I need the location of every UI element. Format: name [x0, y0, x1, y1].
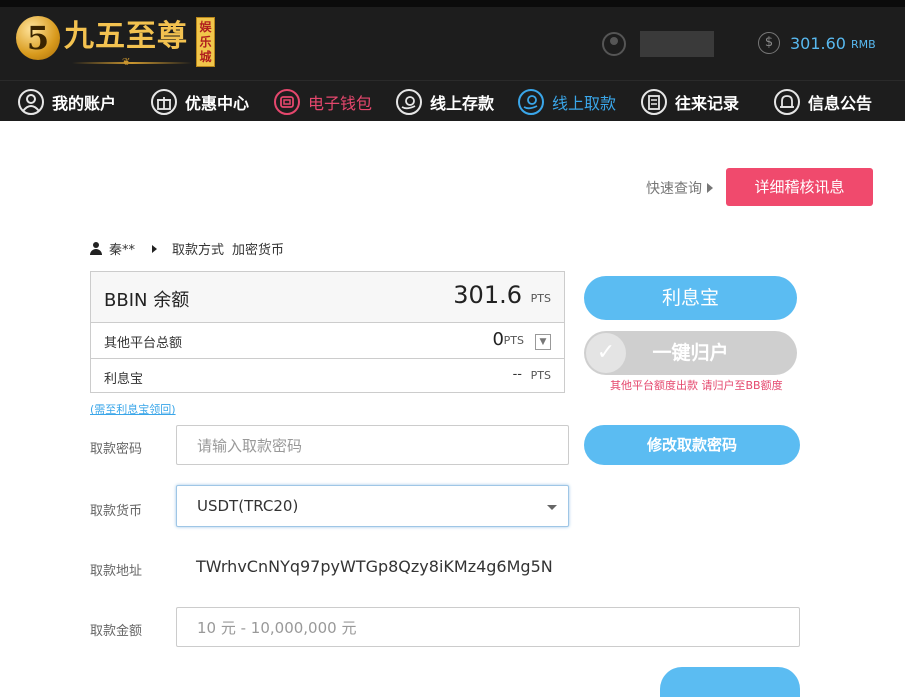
brand-logo[interactable]: 5 九五至尊 ❦ 娱乐城: [14, 14, 219, 72]
lixibao-label: 利息宝: [104, 372, 144, 387]
caret-right-icon: [707, 183, 713, 193]
change-password-button[interactable]: 修改取款密码: [584, 425, 800, 465]
main-nav: 我的账户 优惠中心 电子钱包 线上存款 线上取款 往来记录 信息公告: [0, 80, 905, 121]
coin-icon: $: [758, 32, 780, 54]
balance-amount: 301.60: [790, 33, 846, 53]
brand-badge: 娱乐城: [196, 17, 215, 67]
records-icon: [641, 89, 667, 115]
nav-promotions[interactable]: 优惠中心: [151, 86, 249, 118]
nav-label: 优惠中心: [185, 94, 250, 113]
one-key-consolidate-label: 一键归户: [652, 342, 729, 364]
nav-label: 线上存款: [430, 94, 495, 113]
withdraw-amount-input[interactable]: 10 元 - 10,000,000 元: [176, 607, 800, 647]
logo-ornament-icon: ❦: [122, 57, 131, 68]
consolidate-note: 其他平台额度出款 请归户至BB额度: [610, 379, 783, 392]
username-redacted: [640, 31, 714, 57]
balance-row-lixibao: 利息宝 -- PTS: [91, 359, 564, 392]
chevron-down-icon: [547, 505, 557, 510]
bbin-balance-label: BBIN 余额: [104, 290, 190, 311]
caret-right-icon: [152, 244, 158, 253]
balance-table: BBIN 余额 301.6 PTS 其他平台总额 0 PTS ▼ 利息宝 -- …: [90, 271, 565, 393]
submit-button[interactable]: [660, 667, 800, 697]
header-top-strip: [0, 0, 905, 7]
nav-label: 信息公告: [808, 94, 873, 113]
detailed-audit-button[interactable]: 详细稽核讯息: [726, 168, 873, 206]
nav-label: 电子钱包: [308, 94, 373, 113]
nav-transaction-records[interactable]: 往来记录: [641, 86, 739, 118]
lixibao-recall-link[interactable]: (需至利息宝领回): [90, 401, 176, 417]
quick-query-label: 快速查询: [646, 181, 702, 197]
nav-online-withdraw[interactable]: 线上取款: [518, 86, 616, 118]
deposit-icon: [396, 89, 422, 115]
withdraw-address-value: TWrhvCnNYq97pyWTGp8Qzy8iKMz4g6Mg5N: [196, 557, 553, 576]
lixibao-value: --: [512, 367, 522, 382]
user-area[interactable]: [602, 31, 714, 57]
nav-label: 线上取款: [552, 94, 617, 113]
wallet-icon: [274, 89, 300, 115]
nav-e-wallet[interactable]: 电子钱包: [274, 86, 372, 118]
currency-selected-value: USDT(TRC20): [197, 497, 299, 515]
top-header: 5 九五至尊 ❦ 娱乐城 $ 301.60 RMB: [0, 0, 905, 80]
address-label: 取款地址: [90, 564, 143, 579]
logo-numeral-icon: 5: [16, 16, 60, 60]
currency-select[interactable]: USDT(TRC20): [176, 485, 569, 527]
nav-online-deposit[interactable]: 线上存款: [396, 86, 494, 118]
person-icon: [90, 242, 102, 255]
password-label: 取款密码: [90, 442, 143, 457]
amount-label: 取款金额: [90, 624, 143, 639]
nav-announcements[interactable]: 信息公告: [774, 86, 872, 118]
currency-label: 取款货币: [90, 504, 143, 519]
withdraw-password-input[interactable]: 请输入取款密码: [176, 425, 569, 465]
nav-label: 往来记录: [675, 94, 740, 113]
gift-icon: [151, 89, 177, 115]
header-balance: $ 301.60 RMB: [758, 32, 876, 54]
nav-label: 我的账户: [52, 94, 117, 113]
brand-name: 九五至尊: [64, 19, 188, 54]
quick-query-link[interactable]: 快速查询: [646, 178, 713, 198]
password-placeholder: 请输入取款密码: [197, 436, 303, 455]
bbin-balance-value: 301.6: [453, 281, 522, 309]
balance-currency: RMB: [850, 38, 876, 51]
breadcrumb: 秦** 取款方式 加密货币: [90, 239, 284, 258]
others-total-label: 其他平台总额: [104, 336, 183, 351]
balance-row-others: 其他平台总额 0 PTS ▼: [91, 323, 564, 359]
lixibao-unit: PTS: [530, 369, 551, 382]
user-circle-icon: [18, 89, 44, 115]
others-total-value: 0: [492, 329, 504, 350]
amount-placeholder: 10 元 - 10,000,000 元: [197, 618, 357, 637]
lixibao-button[interactable]: 利息宝: [584, 276, 797, 320]
check-icon: ✓: [586, 333, 626, 373]
bbin-balance-unit: PTS: [530, 292, 551, 305]
withdraw-icon: [518, 89, 544, 115]
balance-row-bbin: BBIN 余额 301.6 PTS: [91, 272, 564, 323]
logo-divider: [72, 62, 192, 64]
breadcrumb-method-value: 加密货币: [232, 243, 285, 258]
user-avatar-icon: [602, 32, 626, 56]
others-total-unit: PTS: [503, 334, 524, 347]
breadcrumb-user: 秦**: [109, 243, 136, 258]
bell-icon: [774, 89, 800, 115]
breadcrumb-method-label: 取款方式: [172, 243, 225, 258]
one-key-consolidate-button[interactable]: ✓ 一键归户: [584, 331, 797, 375]
nav-my-account[interactable]: 我的账户: [18, 86, 116, 118]
expand-chevron-icon[interactable]: ▼: [535, 334, 551, 350]
